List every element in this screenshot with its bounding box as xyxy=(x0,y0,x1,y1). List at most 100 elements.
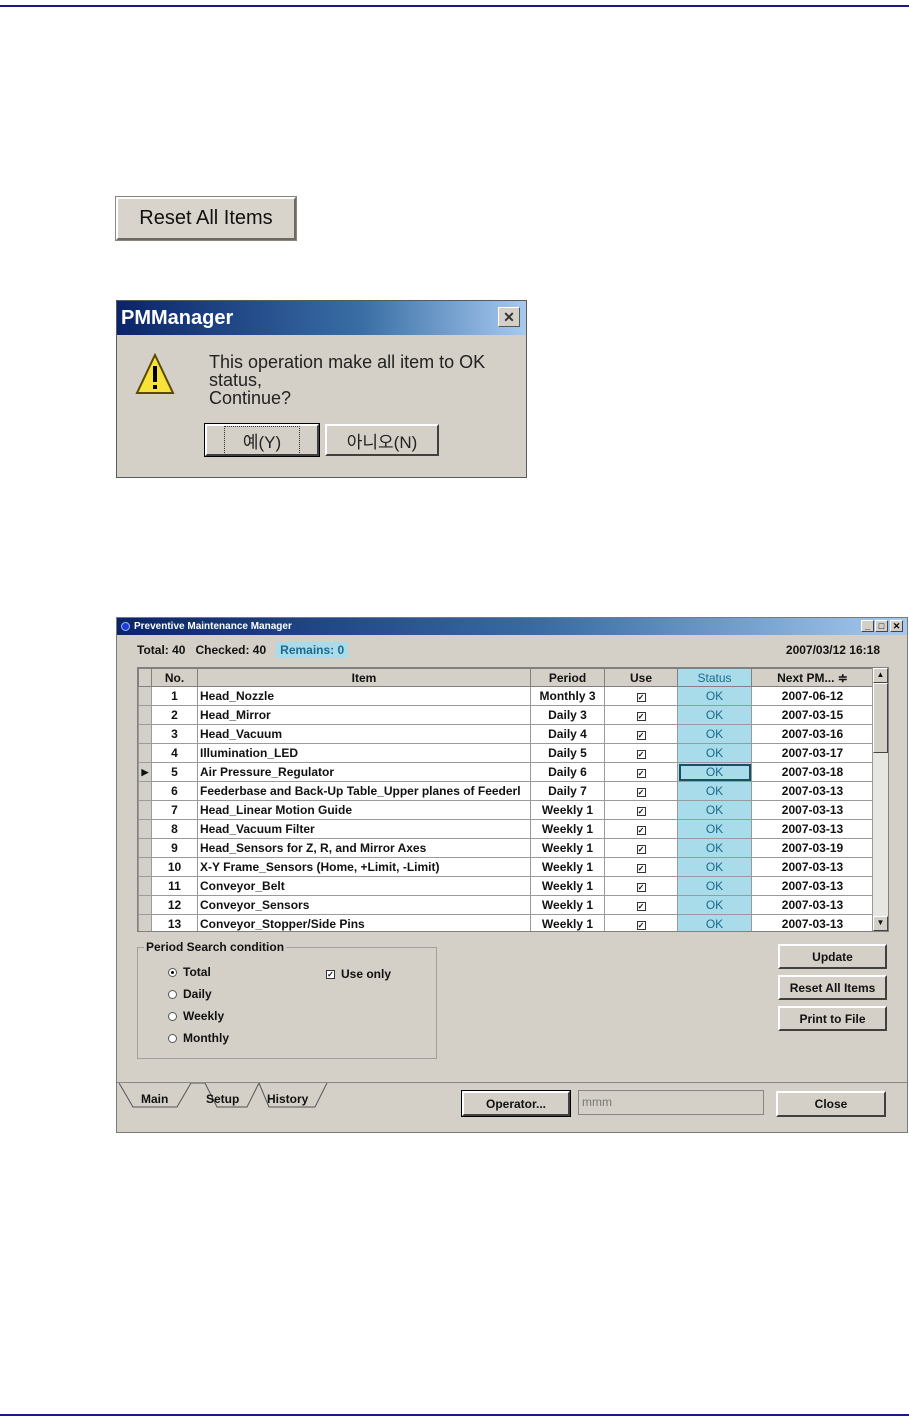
cell-item: X-Y Frame_Sensors (Home, +Limit, -Limit) xyxy=(197,857,531,877)
row-indicator xyxy=(138,686,152,706)
cell-use[interactable]: ✓ xyxy=(604,781,678,801)
cell-no: 4 xyxy=(151,743,198,763)
header-period[interactable]: Period xyxy=(530,668,605,687)
cell-status: OK xyxy=(677,762,752,782)
check-icon[interactable]: ✓ xyxy=(636,826,646,835)
cell-status: OK xyxy=(677,819,752,839)
cell-use[interactable]: ✓ xyxy=(604,819,678,839)
cell-no: 1 xyxy=(151,686,198,706)
no-button[interactable]: 아니오(N) xyxy=(325,424,439,456)
yes-button[interactable]: 예(Y) xyxy=(204,423,320,457)
cell-no: 2 xyxy=(151,705,198,725)
cell-use[interactable]: ✓ xyxy=(604,895,678,915)
minimize-icon[interactable]: _ xyxy=(861,620,874,632)
check-icon[interactable]: ✓ xyxy=(636,864,646,873)
check-icon[interactable]: ✓ xyxy=(636,693,646,702)
row-indicator xyxy=(138,914,152,931)
cell-period: Weekly 1 xyxy=(530,895,605,915)
table-row[interactable]: 3 Head_Vacuum Daily 4 ✓ OK 2007-03-16 xyxy=(138,724,874,744)
cell-use[interactable]: ✓ xyxy=(604,857,678,877)
cell-use[interactable]: ✓ xyxy=(604,705,678,725)
cell-use[interactable]: ✓ xyxy=(604,914,678,931)
table-row[interactable]: 7 Head_Linear Motion Guide Weekly 1 ✓ OK 2007… xyxy=(138,800,874,820)
radio-total[interactable]: Total xyxy=(168,965,211,979)
cell-no: 13 xyxy=(151,914,198,931)
cell-next-pm: 2007-03-13 xyxy=(751,781,874,801)
dialog-title: PMManager xyxy=(121,306,234,329)
cell-use[interactable]: ✓ xyxy=(604,724,678,744)
check-icon[interactable]: ✓ xyxy=(636,769,646,778)
cell-status: OK xyxy=(677,838,752,858)
cell-next-pm: 2007-03-19 xyxy=(751,838,874,858)
cell-item: Air Pressure_Regulator xyxy=(197,762,531,782)
close-icon[interactable]: ✕ xyxy=(498,307,520,327)
cell-item: Head_Vacuum Filter xyxy=(197,819,531,839)
cell-use[interactable]: ✓ xyxy=(604,838,678,858)
vertical-scrollbar[interactable]: ▲ ▼ xyxy=(872,668,888,931)
check-icon[interactable]: ✓ xyxy=(636,788,646,797)
check-icon[interactable]: ✓ xyxy=(636,883,646,892)
check-icon[interactable]: ✓ xyxy=(636,712,646,721)
table-row[interactable]: 10 X-Y Frame_Sensors (Home, +Limit, -Limi… xyxy=(138,857,874,877)
cell-item: Head_Sensors for Z, R, and Mirror Axes xyxy=(197,838,531,858)
dialog-message: This operation make all item to OK statu… xyxy=(209,353,526,407)
cell-use[interactable]: ✓ xyxy=(604,762,678,782)
cell-use[interactable]: ✓ xyxy=(604,876,678,896)
check-icon[interactable]: ✓ xyxy=(636,921,646,930)
header-item[interactable]: Item xyxy=(197,668,531,687)
table-row[interactable]: 11 Conveyor_Belt Weekly 1 ✓ OK 2007-03-13 xyxy=(138,876,874,896)
check-icon[interactable]: ✓ xyxy=(636,731,646,740)
row-indicator xyxy=(138,895,152,915)
radio-daily[interactable]: Daily xyxy=(168,987,212,1001)
header-status[interactable]: Status xyxy=(677,668,752,687)
check-icon[interactable]: ✓ xyxy=(636,750,646,759)
maximize-icon[interactable]: □ xyxy=(875,620,888,632)
header-next-pm[interactable]: Next PM... ≑ xyxy=(751,668,874,687)
reset-all-items-button[interactable]: Reset All Items xyxy=(115,196,297,241)
close-button[interactable]: Close xyxy=(776,1091,886,1117)
dialog-titlebar: PMManager ✕ xyxy=(117,301,526,335)
table-row[interactable]: 8 Head_Vacuum Filter Weekly 1 ✓ OK 2007-03-13 xyxy=(138,819,874,839)
scroll-down-icon[interactable]: ▼ xyxy=(873,916,888,931)
print-to-file-button[interactable]: Print to File xyxy=(778,1006,887,1031)
tab-setup[interactable]: Setup xyxy=(206,1087,239,1111)
scroll-thumb[interactable] xyxy=(873,683,888,753)
cell-use[interactable]: ✓ xyxy=(604,743,678,763)
cell-use[interactable]: ✓ xyxy=(604,686,678,706)
operator-button[interactable]: Operator... xyxy=(461,1090,571,1117)
cell-period: Weekly 1 xyxy=(530,914,605,931)
table-row[interactable]: 12 Conveyor_Sensors Weekly 1 ✓ OK 2007-03-13 xyxy=(138,895,874,915)
header-use[interactable]: Use xyxy=(604,668,678,687)
table-body: 1 Head_Nozzle Monthly 3 ✓ OK 2007-06-12 2 Head_… xyxy=(138,686,874,931)
check-icon[interactable]: ✓ xyxy=(636,902,646,911)
close-icon[interactable]: ✕ xyxy=(890,620,903,632)
tab-main[interactable]: Main xyxy=(141,1087,168,1111)
radio-monthly[interactable]: Monthly xyxy=(168,1031,229,1045)
table-row[interactable]: 9 Head_Sensors for Z, R, and Mirror Axes W… xyxy=(138,838,874,858)
cell-status: OK xyxy=(677,800,752,820)
pm-items-grid: No. Item Period Use Status Next PM... ≑ … xyxy=(137,667,889,932)
use-only-checkbox[interactable]: ✓ Use only xyxy=(326,967,391,981)
check-icon[interactable]: ✓ xyxy=(636,807,646,816)
radio-weekly[interactable]: Weekly xyxy=(168,1009,224,1023)
table-row[interactable]: 2 Head_Mirror Daily 3 ✓ OK 2007-03-15 xyxy=(138,705,874,725)
reset-all-items-side-button[interactable]: Reset All Items xyxy=(778,975,887,1000)
table-row[interactable]: 4 Illumination_LED Daily 5 ✓ OK 2007-03-17 xyxy=(138,743,874,763)
dialog-message-line1: This operation make all item to OK statu… xyxy=(209,352,486,390)
scroll-up-icon[interactable]: ▲ xyxy=(873,668,888,683)
table-row[interactable]: 6 Feederbase and Back-Up Table_Upper plan… xyxy=(138,781,874,801)
cell-item: Illumination_LED xyxy=(197,743,531,763)
cell-status: OK xyxy=(677,857,752,877)
check-icon[interactable]: ✓ xyxy=(636,845,646,854)
cell-item: Head_Linear Motion Guide xyxy=(197,800,531,820)
update-button[interactable]: Update xyxy=(778,944,887,969)
cell-use[interactable]: ✓ xyxy=(604,800,678,820)
pm-items-table: No. Item Period Use Status Next PM... ≑ … xyxy=(138,668,874,931)
table-row[interactable]: ▶ 5 Air Pressure_Regulator Daily 6 ✓ OK 2007-0… xyxy=(138,762,874,782)
table-row[interactable]: 13 Conveyor_Stopper/Side Pins Weekly 1 ✓ OK 2… xyxy=(138,914,874,931)
confirm-dialog: PMManager ✕ This operation make all item… xyxy=(116,300,527,478)
tab-history[interactable]: History xyxy=(267,1087,308,1111)
header-no[interactable]: No. xyxy=(151,668,198,687)
table-row[interactable]: 1 Head_Nozzle Monthly 3 ✓ OK 2007-06-12 xyxy=(138,686,874,706)
operator-field[interactable]: mmm xyxy=(578,1090,764,1115)
